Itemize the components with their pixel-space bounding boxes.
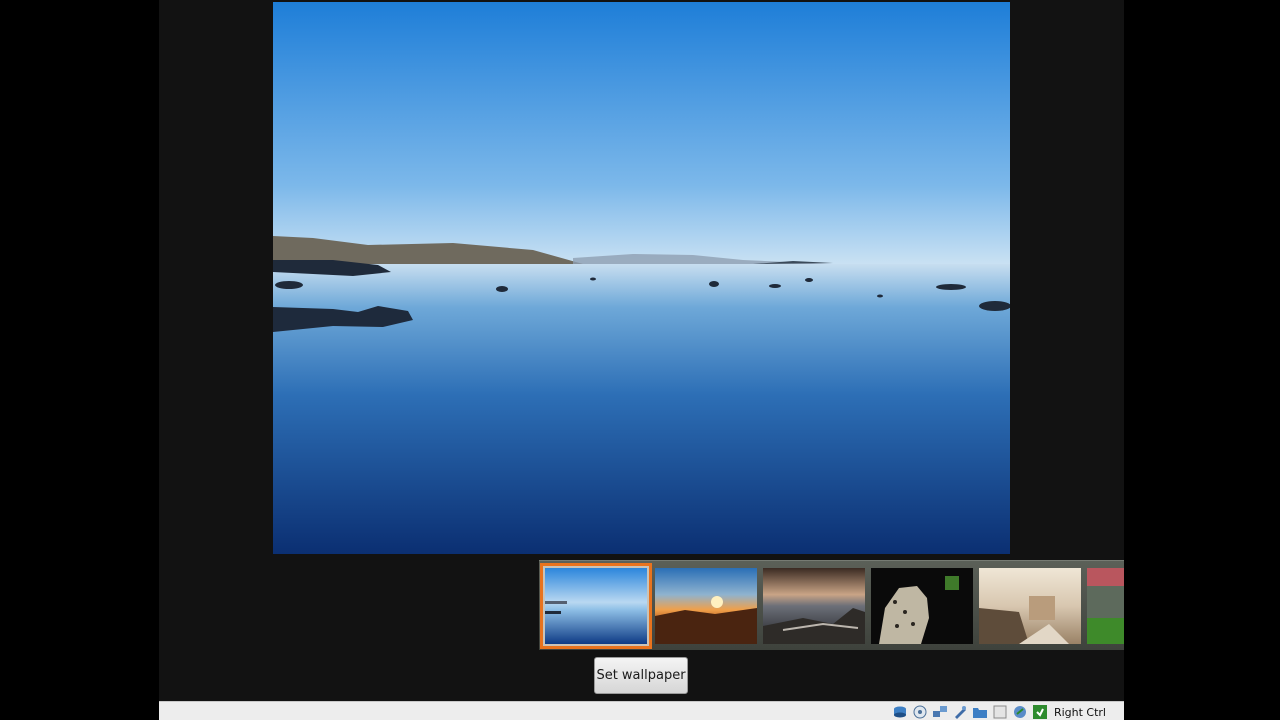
- thumbnail-leopard[interactable]: [871, 568, 973, 644]
- set-wallpaper-button[interactable]: Set wallpaper: [594, 657, 688, 694]
- status-icons: Right Ctrl: [892, 704, 1106, 720]
- wallpaper-preview: [273, 2, 1010, 554]
- network-icon[interactable]: [932, 704, 948, 720]
- usb-icon[interactable]: [952, 704, 968, 720]
- letterbox-right: [1124, 0, 1280, 720]
- optical-drive-icon[interactable]: [912, 704, 928, 720]
- letterbox-left: [0, 0, 159, 720]
- host-key-label: Right Ctrl: [1053, 705, 1106, 719]
- display-icon[interactable]: [992, 704, 1008, 720]
- wallpaper-gallery: [539, 560, 1124, 650]
- thumbnail-shore[interactable]: [763, 568, 865, 644]
- thumbnail-sunset[interactable]: [655, 568, 757, 644]
- mouse-integration-icon[interactable]: [1012, 704, 1028, 720]
- host-key-icon: [1032, 705, 1047, 719]
- thumbnail-lake[interactable]: [540, 563, 652, 649]
- vm-status-bar: Right Ctrl: [159, 701, 1124, 720]
- vm-screen: Set wallpaper: [159, 0, 1124, 701]
- hard-disk-icon[interactable]: [892, 704, 908, 720]
- thumbnail-path[interactable]: [979, 568, 1081, 644]
- shared-folder-icon[interactable]: [972, 704, 988, 720]
- thumbnail-partial[interactable]: [1087, 568, 1124, 644]
